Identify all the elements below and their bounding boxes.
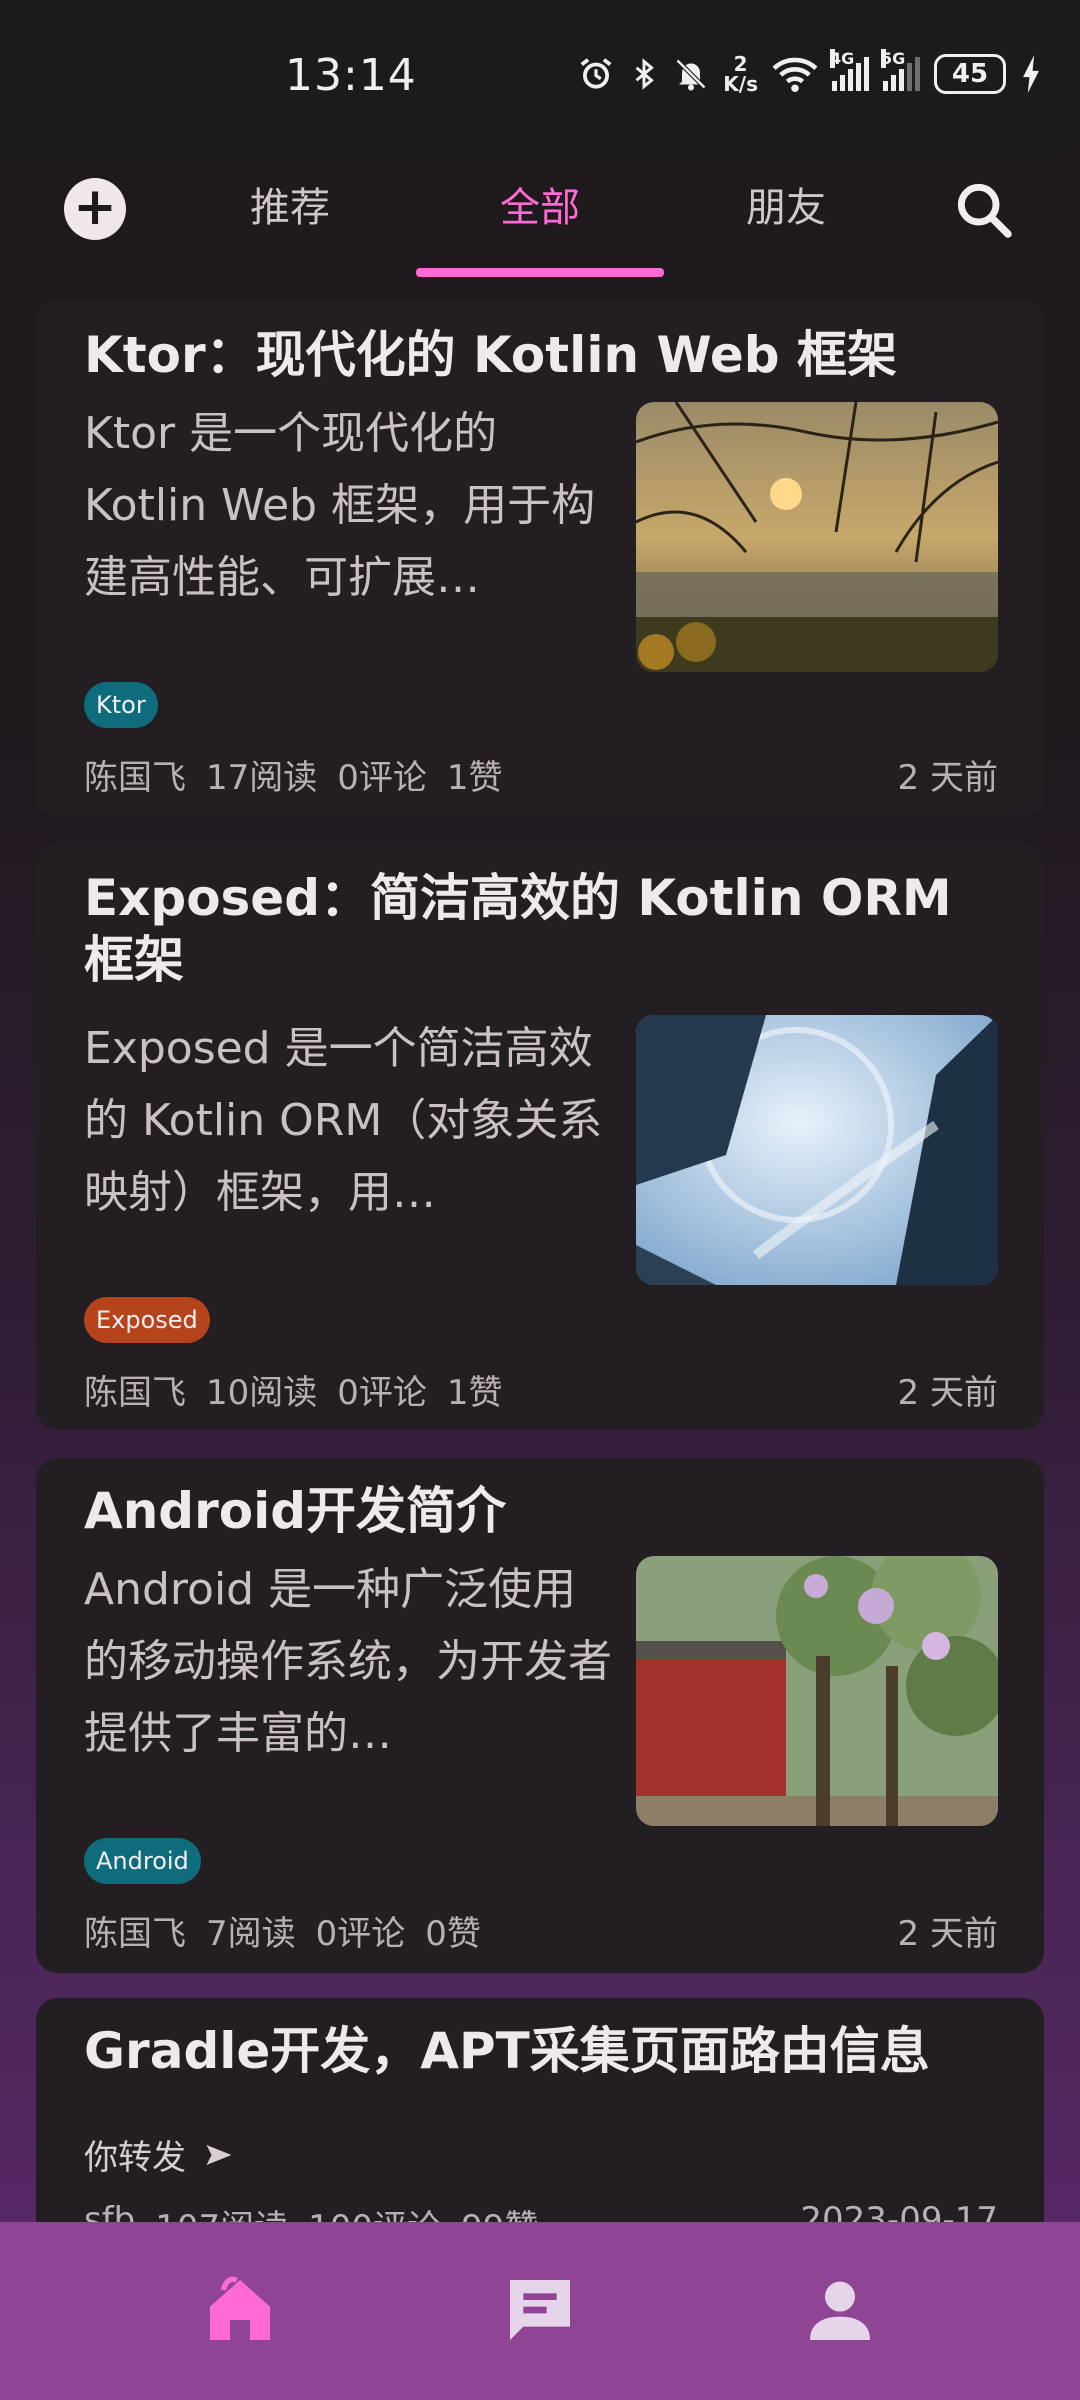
charging-icon bbox=[1023, 55, 1039, 93]
article-time: 2 天前 bbox=[897, 1914, 998, 1954]
article-meta: 陈国飞 7阅读 0评论 0赞 2 天前 bbox=[84, 1906, 998, 1955]
status-time: 13:14 bbox=[285, 50, 417, 101]
article-likes: 0赞 bbox=[425, 1914, 481, 1954]
signal-5g-label: 5G bbox=[881, 49, 906, 68]
article-title: Android开发简介 bbox=[84, 1482, 507, 1540]
article-author: 陈国飞 bbox=[84, 1914, 186, 1954]
blossom-red-wall-photo bbox=[636, 1556, 998, 1826]
skyscrapers-sky-photo bbox=[636, 1015, 998, 1285]
article-comments: 0评论 bbox=[337, 758, 427, 798]
alarm-icon bbox=[580, 58, 612, 89]
article-title: Gradle开发，APT采集页面路由信息 bbox=[84, 2022, 930, 2080]
status-bar: 13:14 2 K/s 4G 5G 45 bbox=[0, 0, 1080, 150]
article-card[interactable]: Android开发简介 Android 是一种广泛使用的移动操作系统，为开发者提… bbox=[36, 1458, 1044, 1973]
article-comments: 0评论 bbox=[337, 1373, 427, 1413]
profile-icon[interactable] bbox=[800, 2270, 880, 2350]
active-tab-indicator bbox=[416, 268, 664, 277]
battery-level: 45 bbox=[951, 59, 989, 89]
message-icon[interactable] bbox=[500, 2270, 580, 2350]
article-meta: 陈国飞 17阅读 0评论 1赞 2 天前 bbox=[84, 750, 998, 799]
net-speed-value: 2 bbox=[733, 52, 748, 76]
article-tag[interactable]: Android bbox=[84, 1838, 201, 1884]
add-button[interactable]: + bbox=[64, 178, 126, 240]
article-time: 2 天前 bbox=[897, 758, 998, 798]
article-thumbnail bbox=[636, 402, 998, 672]
top-tab-bar: + 推荐 全部 朋友 bbox=[0, 160, 1080, 280]
article-card[interactable]: Exposed：简洁高效的 Kotlin ORM 框架 Exposed 是一个简… bbox=[36, 845, 1044, 1430]
article-thumbnail bbox=[636, 1015, 998, 1285]
bottom-nav-bar bbox=[0, 2222, 1080, 2400]
article-summary: Exposed 是一个简洁高效的 Kotlin ORM（对象关系映射）框架，用… bbox=[84, 1023, 603, 1218]
article-reads: 10阅读 bbox=[206, 1373, 318, 1413]
tab-friends[interactable]: 朋友 bbox=[686, 178, 886, 238]
plus-icon: + bbox=[73, 177, 117, 237]
net-speed: 2 K/s bbox=[723, 54, 758, 94]
article-likes: 1赞 bbox=[446, 1373, 503, 1413]
article-author: 陈国飞 bbox=[84, 758, 186, 798]
article-tag[interactable]: Ktor bbox=[84, 682, 158, 728]
article-meta: 陈国飞 10阅读 0评论 1赞 2 天前 bbox=[84, 1365, 998, 1414]
search-icon[interactable] bbox=[952, 178, 1016, 242]
article-summary: Android 是一种广泛使用的移动操作系统，为开发者提供了丰富的… bbox=[84, 1564, 612, 1759]
wifi-icon bbox=[772, 57, 818, 93]
article-time: 2 天前 bbox=[897, 1373, 998, 1413]
home-icon[interactable] bbox=[200, 2270, 280, 2350]
signal-4g-label: 4G bbox=[830, 49, 855, 68]
tab-all[interactable]: 全部 bbox=[440, 178, 640, 238]
signal-4g-icon: 4G bbox=[830, 49, 869, 91]
net-speed-unit: K/s bbox=[723, 72, 758, 96]
article-title: Ktor：现代化的 Kotlin Web 框架 bbox=[84, 326, 897, 384]
bluetooth-icon bbox=[635, 58, 655, 90]
tab-recommend[interactable]: 推荐 bbox=[190, 178, 390, 238]
article-likes: 1赞 bbox=[446, 758, 503, 798]
article-reads: 17阅读 bbox=[206, 758, 318, 798]
article-tag[interactable]: Exposed bbox=[84, 1297, 210, 1343]
article-comments: 0评论 bbox=[315, 1914, 406, 1954]
sunset-tree-photo bbox=[636, 402, 998, 672]
forward-label: 你转发 bbox=[84, 2138, 186, 2178]
status-icons: 2 K/s 4G 5G 45 bbox=[577, 49, 1042, 94]
article-summary: Ktor 是一个现代化的 Kotlin Web 框架，用于构建高性能、可扩展… bbox=[84, 408, 596, 603]
mute-icon bbox=[676, 58, 707, 91]
article-reads: 7阅读 bbox=[206, 1914, 296, 1954]
send-icon bbox=[206, 2144, 232, 2165]
article-title: Exposed：简洁高效的 Kotlin ORM 框架 bbox=[84, 869, 952, 989]
article-card[interactable]: Ktor：现代化的 Kotlin Web 框架 Ktor 是一个现代化的 Kot… bbox=[36, 300, 1044, 815]
article-author: 陈国飞 bbox=[84, 1373, 186, 1413]
forward-indicator: 你转发 bbox=[84, 2130, 234, 2179]
battery-icon: 45 bbox=[934, 54, 1006, 94]
signal-5g-icon: 5G bbox=[881, 49, 920, 91]
article-thumbnail bbox=[636, 1556, 998, 1826]
